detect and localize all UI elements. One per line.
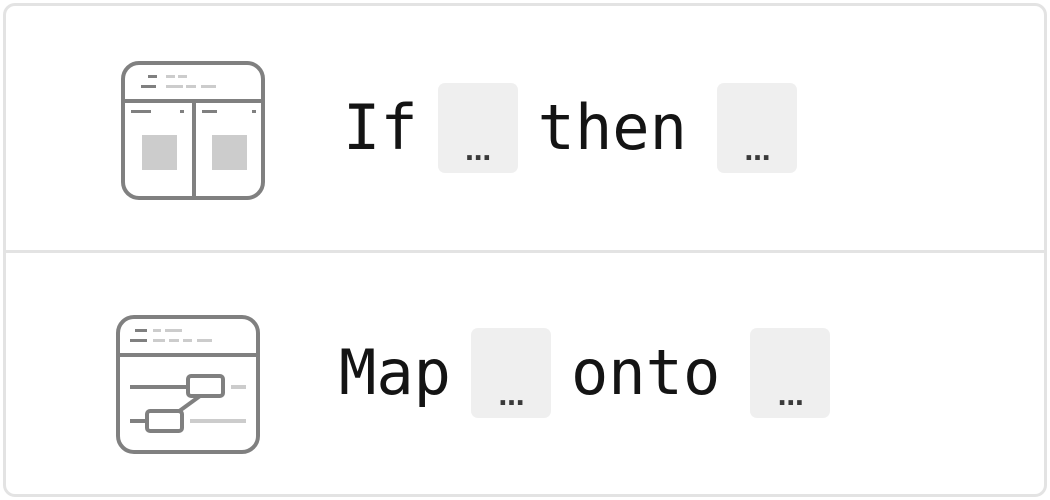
linked-flow-diagram-icon [116,315,260,454]
keyword-onto: onto [570,336,721,409]
ellipsis-icon: … [744,137,770,167]
ellipsis-icon: … [498,382,524,412]
ellipsis-icon: … [777,382,804,412]
block-list-card: If … then … Map … onto … [3,3,1047,497]
two-panel-layout-icon [121,61,265,200]
source-slot[interactable]: … [470,328,551,418]
target-slot[interactable]: … [750,328,831,418]
if-then-expression: If … then … [343,83,797,173]
block-row-if-then[interactable]: If … then … [6,6,1044,250]
keyword-map: Map [339,336,451,409]
condition-slot[interactable]: … [437,83,518,173]
keyword-then: then [537,91,687,164]
ellipsis-icon: … [465,137,491,167]
keyword-if: If [343,91,418,164]
map-onto-expression: Map … onto … [339,328,831,418]
block-row-map-onto[interactable]: Map … onto … [6,253,1044,494]
action-slot[interactable]: … [716,83,797,173]
